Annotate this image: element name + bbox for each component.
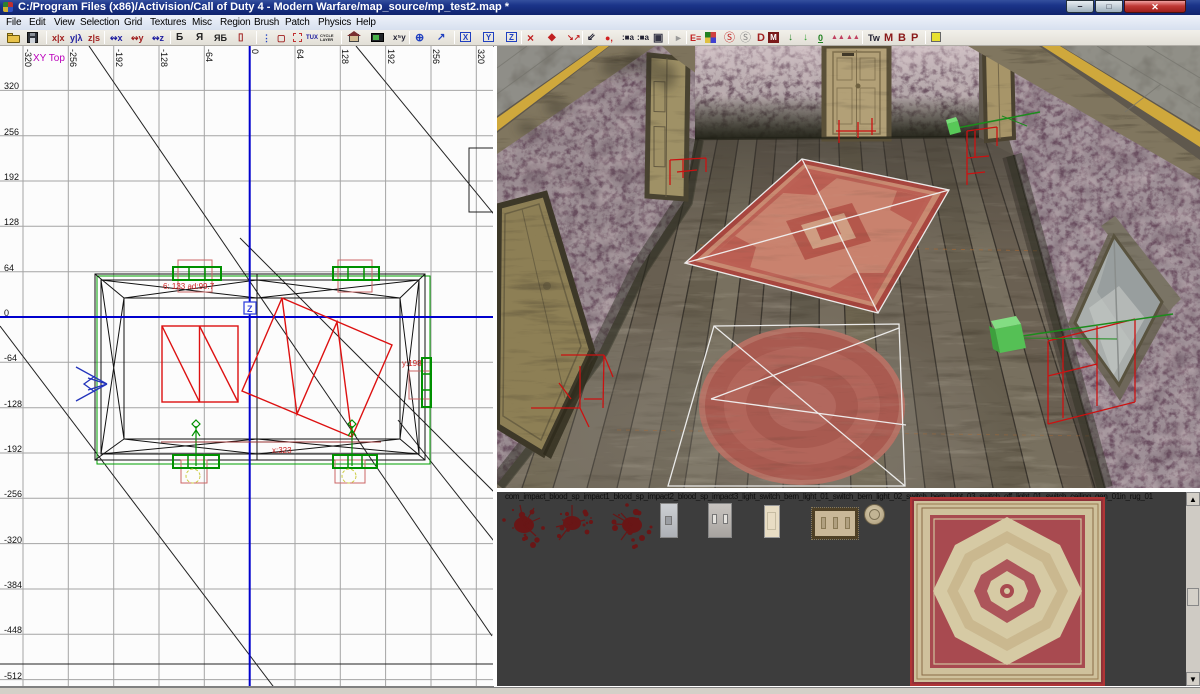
- svg-text:x:323: x:323: [272, 446, 292, 455]
- svg-text:-256: -256: [4, 489, 22, 499]
- svg-text:y:198: y:198: [402, 359, 422, 368]
- svg-text:192: 192: [4, 172, 19, 182]
- svg-text:64: 64: [4, 263, 14, 273]
- svg-text:6: 133 ad:99.7: 6: 133 ad:99.7: [163, 282, 215, 291]
- svg-text:XY Top: XY Top: [33, 53, 65, 64]
- svg-text:128: 128: [4, 217, 19, 227]
- svg-text:64: 64: [295, 49, 305, 59]
- svg-text:-448: -448: [4, 625, 22, 635]
- svg-text:320: 320: [476, 49, 486, 64]
- svg-text:-64: -64: [204, 49, 214, 62]
- svg-text:256: 256: [431, 49, 441, 64]
- svg-text:-64: -64: [4, 353, 17, 363]
- svg-text:-512: -512: [4, 671, 22, 681]
- svg-text:0: 0: [250, 49, 260, 54]
- svg-text:-384: -384: [4, 580, 22, 590]
- svg-text:-128: -128: [159, 49, 169, 67]
- svg-text:-192: -192: [114, 49, 124, 67]
- svg-text:256: 256: [4, 127, 19, 137]
- svg-text:128: 128: [340, 49, 350, 64]
- svg-text:Z: Z: [247, 304, 253, 314]
- svg-text:192: 192: [386, 49, 396, 64]
- svg-text:-128: -128: [4, 399, 22, 409]
- svg-text:-256: -256: [68, 49, 78, 67]
- svg-text:-320: -320: [4, 535, 22, 545]
- svg-text:-320: -320: [23, 49, 33, 67]
- svg-text:-192: -192: [4, 444, 22, 454]
- svg-text:320: 320: [4, 81, 19, 91]
